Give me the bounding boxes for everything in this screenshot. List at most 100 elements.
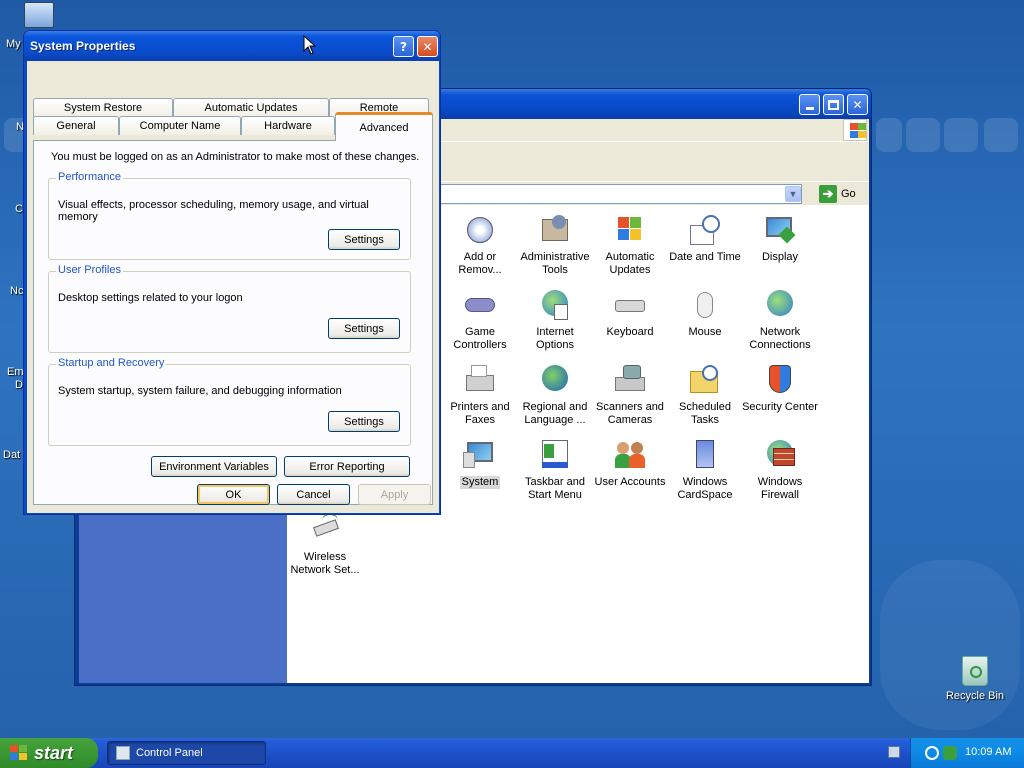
security-tray-icon[interactable] — [943, 746, 957, 760]
cp-close-button[interactable]: ✕ — [847, 94, 868, 115]
system-properties-titlebar[interactable]: System Properties ? ✕ — [24, 31, 440, 61]
taskbar-button-control-panel[interactable]: Control Panel — [107, 741, 266, 765]
cp-item-label: Display — [761, 251, 799, 263]
cp-item-label: Windows Firewall — [757, 476, 803, 501]
cp-item-administrative-tools[interactable]: Administrative Tools — [517, 213, 593, 277]
cp-item-keyboard[interactable]: Keyboard — [592, 288, 668, 339]
tab-advanced[interactable]: Advanced — [335, 112, 433, 141]
desktop-icon-label-3[interactable]: C — [15, 203, 23, 215]
ok-button[interactable]: OK — [197, 484, 270, 505]
clock[interactable]: 10:09 AM — [965, 746, 1011, 758]
performance-description: Visual effects, processor scheduling, me… — [58, 199, 369, 223]
cp-item-label: Scheduled Tasks — [679, 401, 731, 426]
startup-recovery-description: System startup, system failure, and debu… — [58, 385, 342, 397]
cp-item-automatic-updates[interactable]: Automatic Updates — [592, 213, 668, 277]
desktop: My N C Nc Em D Dat Recycle Bin ✕ ▼ ➔ Go … — [0, 0, 1024, 738]
desktop-icon-label-7[interactable]: Dat — [3, 449, 20, 461]
help-button[interactable]: ? — [393, 36, 414, 57]
cp-item-scanners-cameras[interactable]: Scanners and Cameras — [592, 363, 668, 427]
regional-language-icon — [538, 363, 572, 397]
desktop-icon-recycle-bin[interactable]: Recycle Bin — [940, 656, 1010, 702]
admin-note: You must be logged on as an Administrato… — [51, 151, 420, 163]
scanners-cameras-icon — [613, 363, 647, 397]
close-button[interactable]: ✕ — [417, 36, 438, 57]
apply-button[interactable]: Apply — [358, 484, 431, 505]
user-profiles-settings-button[interactable]: Settings — [328, 318, 400, 339]
display-icon — [763, 213, 797, 247]
user-profiles-group: User Profiles Desktop settings related t… — [48, 264, 411, 353]
cp-item-label: Keyboard — [606, 326, 654, 338]
cp-item-wireless-network-setup[interactable]: Wireless Network Set... — [287, 513, 363, 577]
tab-hardware[interactable]: Hardware — [241, 116, 335, 135]
tab-label: Hardware — [264, 120, 312, 132]
tab-general[interactable]: General — [33, 116, 119, 135]
cp-item-internet-options[interactable]: Internet Options — [517, 288, 593, 352]
cancel-button[interactable]: Cancel — [277, 484, 350, 505]
cp-item-system[interactable]: System — [442, 438, 518, 489]
windows-cardspace-icon — [688, 438, 722, 472]
cp-item-user-accounts[interactable]: User Accounts — [592, 438, 668, 489]
cp-item-windows-cardspace[interactable]: Windows CardSpace — [667, 438, 743, 502]
cp-item-label: Administrative Tools — [520, 251, 590, 276]
date-time-icon — [688, 213, 722, 247]
cp-item-mouse[interactable]: Mouse — [667, 288, 743, 339]
dialog-title: System Properties — [30, 39, 136, 53]
cp-item-regional-language[interactable]: Regional and Language ... — [517, 363, 593, 427]
desktop-icon-label-4[interactable]: Nc — [10, 285, 23, 297]
minimize-icon — [805, 107, 814, 110]
user-profiles-description: Desktop settings related to your logon — [58, 292, 243, 304]
address-dropdown-button[interactable]: ▼ — [785, 186, 801, 202]
network-connections-icon — [763, 288, 797, 322]
cp-item-label: Game Controllers — [453, 326, 507, 351]
system-icon — [463, 438, 497, 472]
performance-group: Performance Visual effects, processor sc… — [48, 171, 411, 260]
network-tray-icon[interactable] — [925, 746, 939, 760]
tab-computer-name[interactable]: Computer Name — [119, 116, 241, 135]
maximize-button[interactable] — [823, 94, 844, 115]
tab-label: General — [56, 120, 96, 132]
scheduled-tasks-icon — [688, 363, 722, 397]
cp-item-printers-faxes[interactable]: Printers and Faxes — [442, 363, 518, 427]
cp-item-game-controllers[interactable]: Game Controllers — [442, 288, 518, 352]
cp-item-label: Network Connections — [749, 326, 811, 351]
cp-item-scheduled-tasks[interactable]: Scheduled Tasks — [667, 363, 743, 427]
cp-item-windows-firewall[interactable]: Windows Firewall — [742, 438, 818, 502]
performance-settings-button[interactable]: Settings — [328, 229, 400, 250]
button-label: Settings — [344, 415, 384, 428]
minimize-button[interactable] — [799, 94, 820, 115]
start-button[interactable]: start — [0, 738, 98, 768]
cp-item-label: Security Center — [742, 401, 818, 413]
windows-logo-icon — [843, 119, 867, 141]
cp-item-label: Taskbar and Start Menu — [525, 476, 585, 501]
error-reporting-button[interactable]: Error Reporting — [284, 456, 410, 477]
keyboard-icon — [613, 288, 647, 322]
windows-firewall-icon — [763, 438, 797, 472]
security-center-icon — [763, 363, 797, 397]
cp-item-label: User Accounts — [594, 476, 666, 488]
taskbar: start Control Panel 10:09 AM — [0, 738, 1024, 768]
language-bar-icon[interactable] — [888, 746, 900, 758]
startup-recovery-settings-button[interactable]: Settings — [328, 411, 400, 432]
windows-flag-icon — [10, 745, 28, 761]
cp-item-security-center[interactable]: Security Center — [742, 363, 818, 414]
user-profiles-title: User Profiles — [56, 264, 123, 276]
desktop-icon-label-5[interactable]: Em — [7, 366, 24, 378]
cp-item-taskbar-start-menu[interactable]: Taskbar and Start Menu — [517, 438, 593, 502]
go-button[interactable]: ➔ Go — [819, 184, 856, 204]
button-label: OK — [225, 488, 242, 501]
wireless-network-setup-icon — [308, 513, 342, 547]
button-label: Error Reporting — [309, 460, 385, 473]
cp-item-display[interactable]: Display — [742, 213, 818, 264]
cp-item-network-connections[interactable]: Network Connections — [742, 288, 818, 352]
my-computer-icon — [24, 2, 54, 28]
desktop-icon-label-6[interactable]: D — [15, 379, 23, 391]
cp-item-label: Wireless Network Set... — [290, 551, 360, 576]
desktop-icon-my-computer[interactable] — [22, 2, 56, 28]
tab-automatic-updates[interactable]: Automatic Updates — [173, 98, 329, 117]
cp-item-date-time[interactable]: Date and Time — [667, 213, 743, 264]
environment-variables-button[interactable]: Environment Variables — [151, 456, 277, 477]
tab-system-restore[interactable]: System Restore — [33, 98, 173, 117]
desktop-icon-label-1[interactable]: My — [6, 38, 21, 50]
cp-item-add-remove-programs[interactable]: Add or Remov... — [442, 213, 518, 277]
cp-item-label: Add or Remov... — [458, 251, 502, 276]
